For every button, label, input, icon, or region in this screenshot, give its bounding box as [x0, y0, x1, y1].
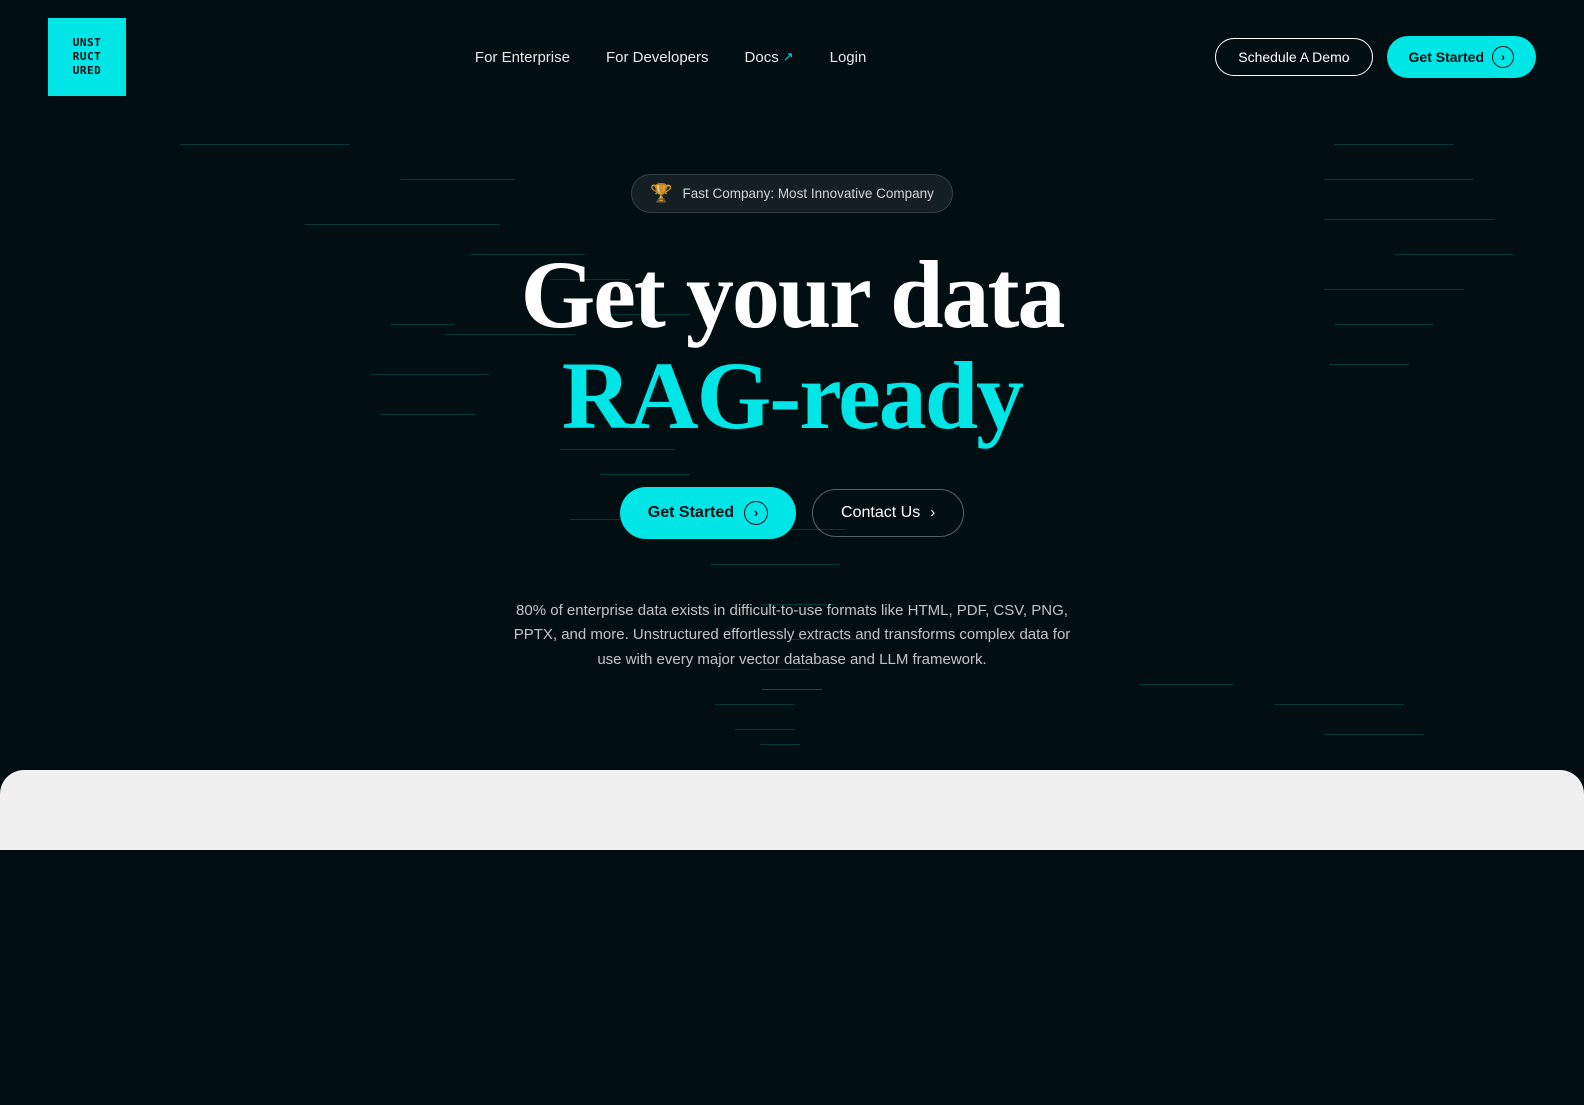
- deco-line: [600, 474, 690, 475]
- award-badge: 🏆 Fast Company: Most Innovative Company: [631, 174, 953, 213]
- deco-line: [1324, 219, 1494, 220]
- deco-line: [1334, 324, 1434, 325]
- schedule-demo-button[interactable]: Schedule A Demo: [1215, 38, 1372, 76]
- deco-line: [370, 374, 490, 375]
- badge-text: Fast Company: Most Innovative Company: [683, 186, 934, 201]
- headline-line1: Get your data: [521, 245, 1064, 346]
- logo-text: UNSTRUCTURED: [73, 36, 102, 77]
- contact-us-button[interactable]: Contact Us ›: [812, 489, 964, 537]
- deco-line: [1139, 684, 1234, 685]
- deco-line: [1329, 364, 1409, 365]
- deco-line: [400, 179, 515, 180]
- deco-line: [1324, 734, 1424, 735]
- nav-for-enterprise[interactable]: For Enterprise: [475, 49, 570, 66]
- deco-line: [1334, 144, 1454, 145]
- arrow-right-icon: ›: [1492, 46, 1514, 68]
- hero-description: 80% of enterprise data exists in difficu…: [502, 599, 1082, 673]
- deco-line: [380, 414, 475, 415]
- nav-docs[interactable]: Docs ↗: [745, 49, 794, 66]
- logo[interactable]: UNSTRUCTURED: [48, 18, 126, 96]
- get-started-nav-button[interactable]: Get Started ›: [1387, 36, 1536, 78]
- deco-line: [1324, 179, 1474, 180]
- external-link-icon: ↗: [783, 49, 794, 65]
- award-icon: 🏆: [650, 183, 672, 204]
- deco-line: [735, 729, 795, 730]
- nav-login[interactable]: Login: [830, 49, 867, 66]
- deco-line: [1394, 254, 1514, 255]
- nav-links: For Enterprise For Developers Docs ↗ Log…: [475, 49, 866, 66]
- nav-for-developers[interactable]: For Developers: [606, 49, 709, 66]
- deco-line: [760, 744, 800, 745]
- bottom-section: [0, 770, 1584, 850]
- arrow-right-icon: ›: [930, 504, 935, 521]
- deco-line: [390, 324, 455, 325]
- headline-line2: RAG-ready: [521, 346, 1064, 447]
- deco-line: [305, 224, 500, 225]
- contact-us-label: Contact Us: [841, 504, 920, 522]
- get-started-hero-button[interactable]: Get Started ›: [620, 487, 796, 539]
- deco-line: [560, 449, 675, 450]
- hero-section: 🏆 Fast Company: Most Innovative Company …: [0, 114, 1584, 750]
- deco-line: [1274, 704, 1404, 705]
- nav-actions: Schedule A Demo Get Started ›: [1215, 36, 1536, 78]
- description-underline: [762, 689, 822, 690]
- deco-line: [715, 704, 795, 705]
- deco-line: [180, 144, 350, 145]
- hero-headline: Get your data RAG-ready: [521, 245, 1064, 447]
- get-started-label: Get Started: [648, 504, 734, 522]
- deco-line: [1324, 289, 1464, 290]
- navbar: UNSTRUCTURED For Enterprise For Develope…: [0, 0, 1584, 114]
- deco-line: [710, 564, 840, 565]
- cta-group: Get Started › Contact Us ›: [620, 487, 964, 539]
- arrow-right-icon: ›: [744, 501, 768, 525]
